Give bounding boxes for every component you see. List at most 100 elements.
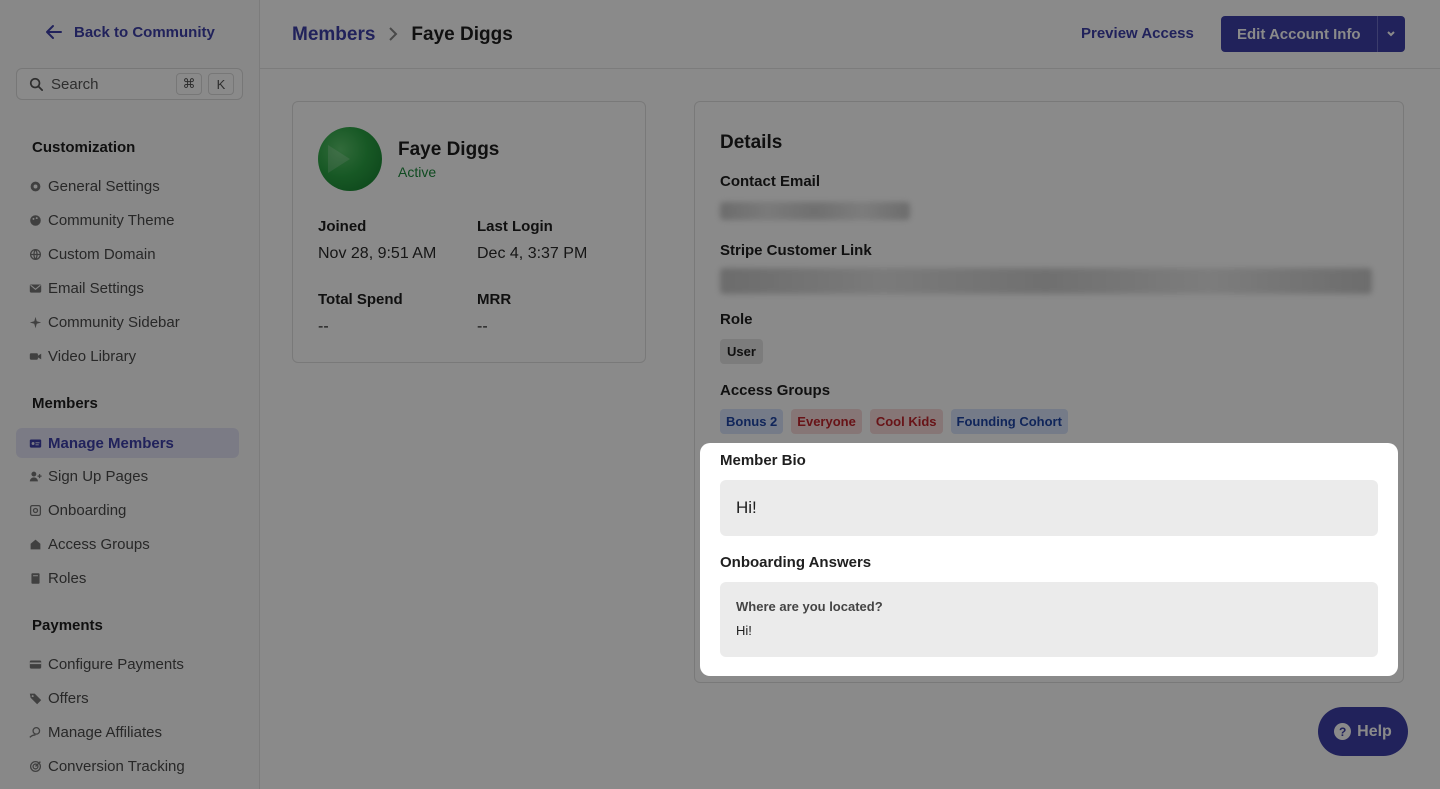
section-title-customization: Customization [32,139,136,156]
sidebar-item-offers[interactable]: Offers [16,683,239,713]
access-group-badge: Cool Kids [869,409,943,434]
sidebar-item-label: Manage Members [48,434,174,452]
help-label: Help [1357,722,1392,740]
sidebar-item-label: Access Groups [48,535,150,553]
command-key-hint: ⌘ [176,73,202,95]
sidebar-item-label: Email Settings [48,279,144,297]
sidebar-item-label: Onboarding [48,501,127,519]
sidebar-item-onboarding[interactable]: Onboarding [16,495,239,525]
sidebar-item-label: General Settings [48,177,160,195]
sidebar-item-custom-domain[interactable]: Custom Domain [16,239,239,269]
access-group-badge: Bonus 2 [720,409,784,434]
access-groups-label: Access Groups [720,382,831,399]
total-spend-value: -- [318,318,329,335]
access-group-badge: Founding Cohort [950,409,1068,434]
sidebar-item-label: Community Sidebar [48,313,180,331]
sidebar-item-label: Community Theme [48,211,175,229]
bio-answers-spotlight: Member Bio Hi! Onboarding Answers Where … [700,443,1398,676]
sidebar-item-video-library[interactable]: Video Library [16,341,239,371]
book-icon [28,571,42,585]
sidebar-item-label: Configure Payments [48,655,184,673]
lock-group-icon [28,537,42,551]
joined-label: Joined [318,218,367,235]
mail-icon [28,281,42,295]
k-key-hint: K [208,73,234,95]
member-bio-label: Member Bio [720,452,806,469]
sidebar-item-label: Manage Affiliates [48,723,162,741]
section-title-members: Members [32,395,98,412]
sidebar-item-label: Conversion Tracking [48,757,185,775]
sidebar-item-label: Custom Domain [48,245,156,263]
palette-icon [28,213,42,227]
total-spend-label: Total Spend [318,291,403,308]
onboarding-question: Where are you located? [736,599,883,614]
details-title: Details [720,132,783,153]
top-bar: Members Faye Diggs Preview Access Edit A… [260,0,1440,69]
tag-icon [28,691,42,705]
help-button[interactable]: ? Help [1318,707,1408,756]
breadcrumb-members-link[interactable]: Members [292,24,375,46]
credit-card-icon [28,657,42,671]
member-bio-box: Hi! [720,480,1378,536]
role-badge: User [720,339,763,364]
sidebar-item-roles[interactable]: Roles [16,563,239,593]
access-groups-list: Bonus 2 Everyone Cool Kids Founding Coho… [720,409,1068,434]
arrow-left-icon [46,25,62,39]
search-icon [29,77,43,91]
preview-access-button[interactable]: Preview Access [1081,25,1194,42]
edit-account-button-group: Edit Account Info [1221,16,1405,52]
edit-account-info-button[interactable]: Edit Account Info [1221,16,1377,52]
gear-icon [28,179,42,193]
sidebar-item-conversion-tracking[interactable]: Conversion Tracking [16,751,239,781]
mrr-label: MRR [477,291,512,308]
user-plus-icon [28,469,42,483]
onboarding-answers-box: Where are you located? Hi! [720,582,1378,657]
sidebar-item-manage-affiliates[interactable]: Manage Affiliates [16,717,239,747]
sidebar-item-label: Offers [48,689,89,707]
joined-value: Nov 28, 9:51 AM [318,245,437,262]
role-label: Role [720,311,753,328]
search-label: Search [51,75,99,93]
access-group-badge: Everyone [791,409,862,434]
globe-icon [28,247,42,261]
sidebar-item-access-groups[interactable]: Access Groups [16,529,239,559]
sidebar-item-sign-up-pages[interactable]: Sign Up Pages [16,461,239,491]
last-login-label: Last Login [477,218,553,235]
mrr-value: -- [477,318,488,335]
search-input[interactable]: Search ⌘ K [16,68,243,100]
sidebar-item-label: Video Library [48,347,137,365]
last-login-value: Dec 4, 3:37 PM [477,245,588,262]
sidebar-item-community-theme[interactable]: Community Theme [16,205,239,235]
stripe-link-redacted[interactable] [720,268,1372,294]
contact-email-redacted [720,202,910,220]
back-to-community-link[interactable]: Back to Community [44,22,215,42]
sidebar-item-manage-members[interactable]: Manage Members [16,428,239,458]
onboarding-answer: Hi! [736,623,752,638]
target-icon [28,759,42,773]
sidebar-item-email-settings[interactable]: Email Settings [16,273,239,303]
sidebar-item-general-settings[interactable]: General Settings [16,171,239,201]
sparkle-icon [28,315,42,329]
question-icon: ? [1334,723,1352,740]
breadcrumb-current: Faye Diggs [411,24,513,45]
chevron-down-icon [1387,31,1395,37]
avatar [318,127,382,191]
member-status: Active [398,164,437,180]
sidebar-item-configure-payments[interactable]: Configure Payments [16,649,239,679]
member-name: Faye Diggs [398,139,500,160]
back-link-label: Back to Community [74,23,215,41]
sidebar-item-community-sidebar[interactable]: Community Sidebar [16,307,239,337]
sidebar: Back to Community Search ⌘ K Customizati… [0,0,260,789]
member-bio-text: Hi! [736,498,757,517]
handshake-icon [28,725,42,739]
edit-account-dropdown-button[interactable] [1376,16,1405,52]
stripe-link-label: Stripe Customer Link [720,242,872,259]
id-card-icon [28,436,42,450]
contact-email-label: Contact Email [720,173,821,190]
sidebar-item-label: Sign Up Pages [48,467,149,485]
onboarding-icon [28,503,42,517]
onboarding-answers-label: Onboarding Answers [720,554,872,571]
section-title-payments: Payments [32,617,103,634]
sidebar-item-label: Roles [48,569,87,587]
breadcrumb: Members Faye Diggs [292,24,513,46]
